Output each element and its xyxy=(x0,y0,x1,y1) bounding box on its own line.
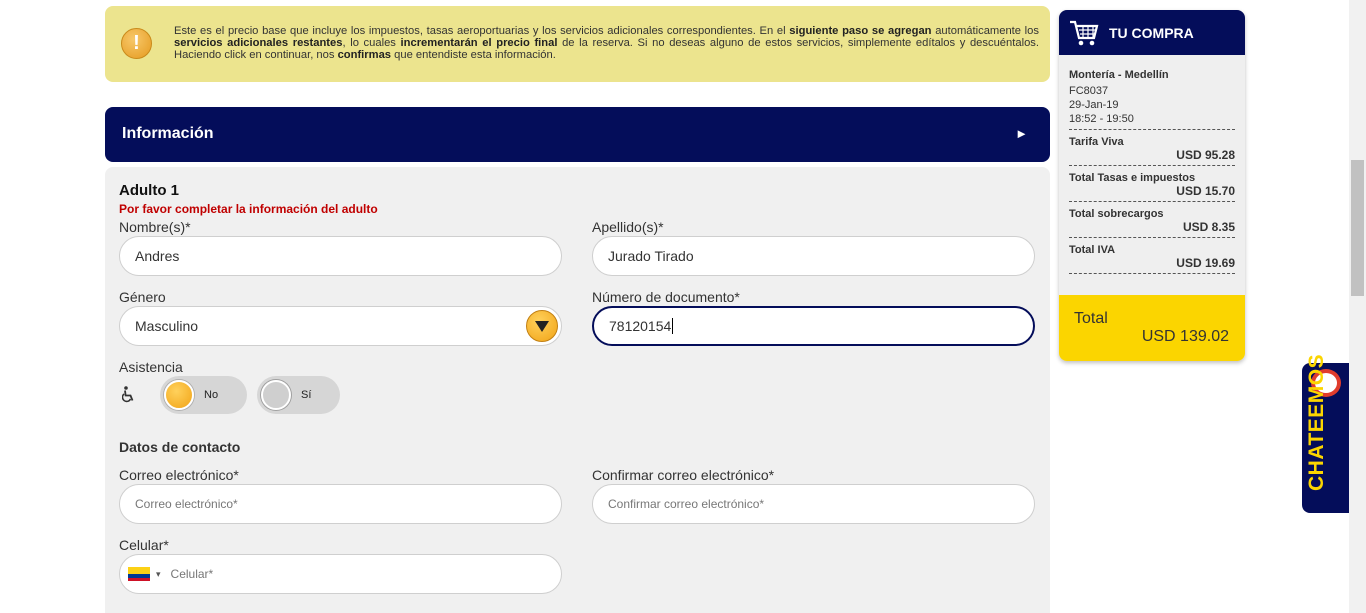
last-name-value: Jurado Tirado xyxy=(608,248,694,264)
phone-label: Celular* xyxy=(119,537,169,553)
section-title: Adulto 1 xyxy=(119,182,179,199)
price-notice: ! Este es el precio base que incluye los… xyxy=(105,6,1050,82)
passenger-form: Adulto 1 Por favor completar la informac… xyxy=(105,167,1050,613)
assistance-label: Asistencia xyxy=(119,359,183,375)
last-name-label: Apellido(s)* xyxy=(592,219,664,235)
flight-number: FC8037 xyxy=(1069,85,1109,97)
chat-button[interactable]: CHATEEMOS xyxy=(1302,354,1349,513)
first-name-value: Andres xyxy=(135,248,180,264)
colombia-flag-icon[interactable] xyxy=(128,567,150,581)
total-value: USD 139.02 xyxy=(1141,328,1229,345)
cart-title: TU COMPRA xyxy=(1109,24,1194,41)
document-value: 78120154 xyxy=(609,318,672,334)
dropdown-arrow-icon[interactable] xyxy=(526,310,558,342)
purchase-summary: TU COMPRA Montería - Medellín FC8037 29-… xyxy=(1059,10,1245,361)
country-caret-icon[interactable]: ▾ xyxy=(156,569,161,580)
email-field[interactable]: Correo electrónico* xyxy=(119,484,562,524)
radio-unselected-icon xyxy=(261,380,291,410)
document-field[interactable]: 78120154 xyxy=(592,306,1035,346)
divider xyxy=(1069,165,1235,166)
contact-title: Datos de contacto xyxy=(119,439,241,455)
flight-time: 18:52 - 19:50 xyxy=(1069,113,1134,125)
last-name-field[interactable]: Jurado Tirado xyxy=(592,236,1035,276)
total-label: Total xyxy=(1074,310,1108,327)
iva-row-value: USD 19.69 xyxy=(1176,256,1235,270)
gender-value: Masculino xyxy=(135,318,199,334)
surcharges-row-value: USD 8.35 xyxy=(1182,220,1235,234)
divider xyxy=(1069,273,1235,274)
fare-row-value: USD 95.28 xyxy=(1176,148,1235,162)
surcharges-row-name: Total sobrecargos xyxy=(1069,208,1164,220)
warning-icon: ! xyxy=(121,28,152,59)
divider xyxy=(1069,129,1235,130)
taxes-row-name: Total Tasas e impuestos xyxy=(1069,172,1196,184)
page: ! Este es el precio base que incluye los… xyxy=(0,0,1366,613)
first-name-label: Nombre(s)* xyxy=(119,219,191,235)
gender-select[interactable]: Masculino xyxy=(119,306,562,346)
radio-selected-icon xyxy=(164,380,194,410)
page-scrollbar[interactable] xyxy=(1349,0,1366,613)
error-message: Por favor completar la información del a… xyxy=(119,202,378,216)
assistance-yes-label: Sí xyxy=(301,389,312,401)
total-box: Total USD 139.02 xyxy=(1059,295,1245,361)
gender-label: Género xyxy=(119,289,166,305)
email-confirm-field[interactable]: Confirmar correo electrónico* xyxy=(592,484,1035,524)
assistance-no-toggle[interactable]: No xyxy=(160,376,247,414)
assistance-yes-toggle[interactable]: Sí xyxy=(257,376,340,414)
email-confirm-label: Confirmar correo electrónico* xyxy=(592,467,775,483)
chat-label: CHATEEMOS xyxy=(1305,353,1328,491)
document-label: Número de documento* xyxy=(592,289,740,305)
iva-row-name: Total IVA xyxy=(1069,244,1116,256)
notice-text: Este es el precio base que incluye los i… xyxy=(174,25,1039,62)
phone-field[interactable]: ▾ Celular* xyxy=(119,554,562,594)
first-name-field[interactable]: Andres xyxy=(119,236,562,276)
phone-placeholder: Celular* xyxy=(170,567,214,581)
expand-arrow-icon[interactable]: ► xyxy=(1015,126,1028,141)
info-section-header[interactable]: Información ► xyxy=(105,107,1050,162)
flight-route: Montería - Medellín xyxy=(1069,69,1169,81)
wheelchair-icon xyxy=(122,386,134,403)
text-cursor xyxy=(672,318,674,334)
cart-header: TU COMPRA xyxy=(1059,10,1245,55)
info-title: Información xyxy=(122,125,214,142)
assistance-no-label: No xyxy=(204,389,219,401)
flight-date: 29-Jan-19 xyxy=(1069,99,1119,111)
fare-row-name: Tarifa Viva xyxy=(1069,136,1124,148)
divider xyxy=(1069,201,1235,202)
email-placeholder: Correo electrónico* xyxy=(135,497,238,511)
scrollbar-thumb[interactable] xyxy=(1351,160,1364,296)
email-label: Correo electrónico* xyxy=(119,467,239,483)
taxes-row-value: USD 15.70 xyxy=(1176,184,1235,198)
divider xyxy=(1069,237,1235,238)
shopping-cart-icon xyxy=(1070,20,1099,45)
email-confirm-placeholder: Confirmar correo electrónico* xyxy=(608,497,765,511)
